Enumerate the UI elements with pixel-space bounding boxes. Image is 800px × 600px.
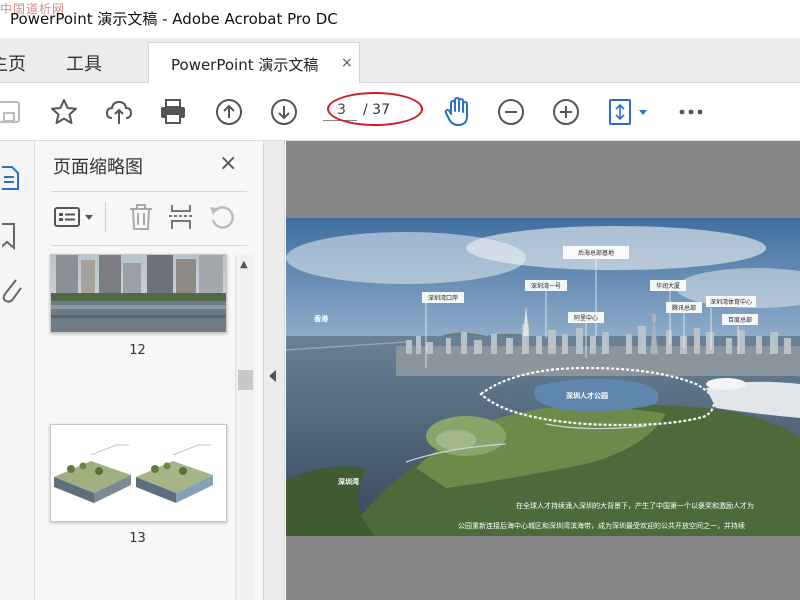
document-page: 后海总部基地 深圳湾口岸 深圳湾一号 华润大厦 阿里中心 腾讯总部 深圳湾体育中… [286,218,800,536]
rotate-icon[interactable] [207,200,237,234]
document-viewer[interactable]: 后海总部基地 深圳湾口岸 深圳湾一号 华润大厦 阿里中心 腾讯总部 深圳湾体育中… [286,141,800,600]
thumbnail-page-number: 12 [129,343,146,358]
map-label: 百度总部 [728,316,752,324]
map-label: 腾讯总部 [672,304,696,312]
scroll-up-arrow-icon[interactable]: ▲ [240,259,248,270]
map-label: 深圳湾 [338,477,359,486]
save-icon[interactable] [0,95,26,129]
fit-page-icon[interactable] [604,95,654,129]
tab-tools[interactable]: 工具 [66,50,102,76]
caption-line: 在全球人才持续涌入深圳的大背景下，产生了中国第一个以褒奖和激励人才为 [516,501,754,510]
title-bar: 中国道析网 PowerPoint 演示文稿 - Adobe Acrobat Pr… [0,0,800,38]
page-thumbnails-icon[interactable] [0,163,22,197]
upload-cloud-icon[interactable] [102,95,136,129]
toolbar-separator [105,200,106,234]
panel-close-icon[interactable]: × [219,151,237,176]
zoom-out-icon[interactable] [494,95,528,129]
thumbnail-options-icon[interactable] [53,200,97,234]
attachment-icon[interactable] [2,274,24,310]
print-icon[interactable] [156,95,190,129]
page-up-icon[interactable] [212,95,246,129]
more-icon[interactable] [674,95,708,129]
map-label: 阿里中心 [574,314,598,322]
panel-title: 页面缩略图 [53,157,143,178]
extract-pages-icon[interactable] [167,200,195,234]
star-icon[interactable] [47,95,81,129]
page-thumbnail-13[interactable] [50,424,227,522]
tab-document[interactable]: PowerPoint 演示文稿 × [148,42,360,84]
map-label: 华润大厦 [656,282,680,290]
tab-bar: 主页 工具 PowerPoint 演示文稿 × [0,38,800,84]
left-rail [0,141,35,600]
collapse-panel-icon[interactable] [269,370,276,382]
window-title: PowerPoint 演示文稿 - Adobe Acrobat Pro DC [10,10,338,28]
panel-splitter[interactable] [263,141,285,600]
thumbnail-page-number: 13 [129,531,146,546]
highlight-ellipse [327,92,423,126]
page-thumbnails-panel: 页面缩略图 × 12 13 [35,141,263,600]
scroll-thumb[interactable] [238,370,253,390]
bookmark-icon[interactable] [0,221,22,255]
map-label: 深圳人才公园 [566,391,608,400]
divider [51,191,247,192]
delete-icon[interactable] [127,200,155,234]
map-label: 深圳湾体育中心 [710,298,752,306]
map-label: 香港 [313,314,329,323]
tab-home[interactable]: 主页 [0,50,26,76]
thumbnail-list: 12 13 [35,249,263,600]
thumbnail-scrollbar[interactable]: ▲ [235,255,255,600]
divider [51,245,247,246]
hand-tool-icon[interactable] [440,95,474,129]
page-thumbnail-12[interactable] [50,254,227,333]
map-label: 深圳湾一号 [531,282,561,290]
page-down-icon[interactable] [267,95,301,129]
zoom-in-icon[interactable] [549,95,583,129]
map-label: 深圳湾口岸 [428,294,458,302]
caption-line: 公园重新连接后海中心城区和深圳湾滨海带，成为深圳最受欢迎的公共开放空间之一，并持… [458,521,745,530]
map-label: 后海总部基地 [578,249,614,257]
document-tab-label: PowerPoint 演示文稿 [171,56,319,74]
close-icon[interactable]: × [341,55,353,71]
